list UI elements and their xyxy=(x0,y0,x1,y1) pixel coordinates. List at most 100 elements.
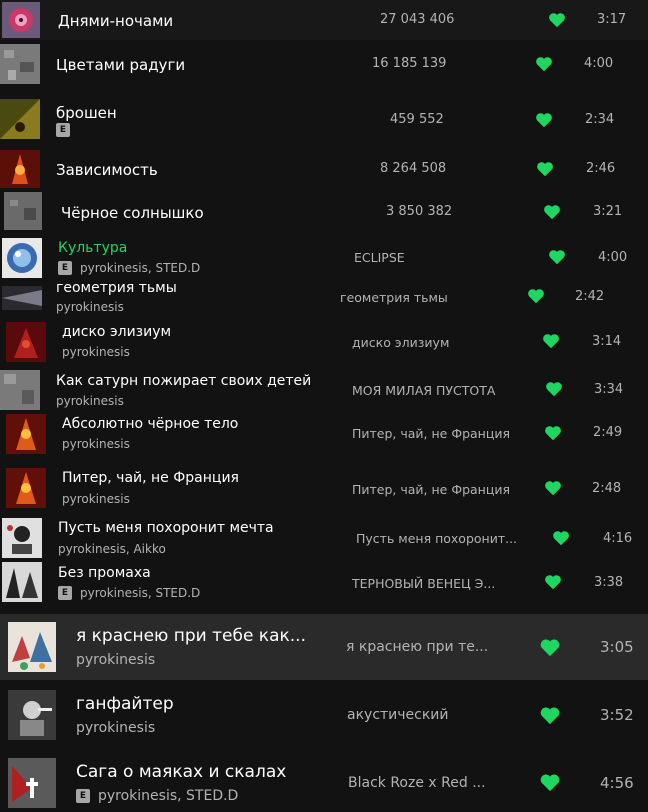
track-row[interactable]: ганфайтер pyrokinesis акустический 3:52 xyxy=(0,682,648,748)
track-title[interactable]: я краснею при тебе как... xyxy=(76,626,306,646)
play-count: 3 850 382 xyxy=(386,204,453,219)
track-title[interactable]: Пусть меня похоронит мечта xyxy=(58,520,274,536)
album-art xyxy=(0,44,40,84)
artist-link[interactable]: pyrokinesis, STED.D xyxy=(80,586,200,600)
track-title[interactable]: Питер, чай, не Франция xyxy=(62,470,239,486)
heart-icon[interactable] xyxy=(552,530,570,546)
album-art xyxy=(6,414,46,454)
track-duration: 3:38 xyxy=(594,575,624,590)
heart-icon[interactable] xyxy=(535,56,553,72)
track-title[interactable]: Культура xyxy=(58,240,127,256)
track-duration: 4:00 xyxy=(584,56,614,71)
album-name[interactable]: Питер, чай, не Франция xyxy=(352,426,510,441)
track-duration: 4:16 xyxy=(603,531,633,546)
track-title[interactable]: Зависимость xyxy=(56,161,158,179)
album-art xyxy=(2,238,42,278)
album-art xyxy=(2,286,42,310)
track-duration: 2:49 xyxy=(593,425,623,440)
track-artists: pyrokinesis xyxy=(56,300,124,314)
track-row[interactable]: Цветами радуги 16 185 139 4:00 xyxy=(0,42,648,86)
album-name[interactable]: Питер, чай, не Франция xyxy=(352,482,510,497)
track-title[interactable]: Без промаха xyxy=(58,565,151,581)
album-name[interactable]: геометрия тьмы xyxy=(340,290,448,305)
artist-link[interactable]: pyrokinesis, STED.D xyxy=(98,788,238,804)
track-title[interactable]: Как сатурн пожирает своих детей xyxy=(56,373,311,389)
album-name[interactable]: Black Roze x Red ... xyxy=(348,775,486,791)
play-count: 16 185 139 xyxy=(372,56,447,71)
track-row[interactable]: Питер, чай, не Франция pyrokinesis Питер… xyxy=(0,466,648,512)
track-title[interactable]: Днями-ночами xyxy=(58,12,173,30)
track-row[interactable]: Абсолютно чёрное тело pyrokinesis Питер,… xyxy=(0,412,648,456)
artist-link[interactable]: pyrokinesis xyxy=(62,345,130,359)
heart-icon[interactable] xyxy=(548,249,566,265)
album-art xyxy=(2,2,40,38)
album-name[interactable]: ТЕРНОВЫЙ ВЕНЕЦ Э... xyxy=(352,576,495,591)
heart-icon[interactable] xyxy=(544,574,562,590)
album-art xyxy=(2,562,42,602)
heart-icon[interactable] xyxy=(543,204,561,220)
track-artists: E pyrokinesis, STED.D xyxy=(58,586,200,600)
track-row[interactable]: Сага о маяках и скалах E pyrokinesis, ST… xyxy=(0,750,648,812)
artist-link[interactable]: pyrokinesis, STED.D xyxy=(80,261,200,275)
heart-icon[interactable] xyxy=(535,112,553,128)
track-row[interactable]: Культура E pyrokinesis, STED.D ECLIPSE 4… xyxy=(0,236,648,280)
play-count: 8 264 508 xyxy=(380,161,447,176)
track-artists: E pyrokinesis, STED.D xyxy=(76,788,238,804)
album-name[interactable]: акустический xyxy=(347,707,449,723)
artist-link[interactable]: pyrokinesis xyxy=(76,720,155,736)
track-row[interactable]: диско элизиум pyrokinesis диско элизиум … xyxy=(0,320,648,364)
album-art xyxy=(8,622,56,672)
artist-link[interactable]: pyrokinesis xyxy=(56,394,124,408)
artist-link[interactable]: pyrokinesis xyxy=(62,492,130,506)
track-artists: pyrokinesis xyxy=(76,720,155,736)
track-row[interactable]: Пусть меня похоронит мечта pyrokinesis, … xyxy=(0,516,648,560)
track-title[interactable]: Сага о маяках и скалах xyxy=(76,762,286,782)
track-title[interactable]: Чёрное солнышко xyxy=(61,204,204,222)
heart-icon[interactable] xyxy=(536,161,554,177)
track-row[interactable]: геометрия тьмы pyrokinesis геометрия тьм… xyxy=(0,280,648,318)
album-name[interactable]: я краснею при те... xyxy=(346,639,488,655)
track-title[interactable]: ганфайтер xyxy=(76,694,174,714)
heart-icon[interactable] xyxy=(545,381,563,397)
track-duration: 2:42 xyxy=(575,289,605,304)
heart-icon[interactable] xyxy=(539,773,561,792)
album-art xyxy=(8,690,56,740)
heart-icon[interactable] xyxy=(542,333,560,349)
track-row[interactable]: Как сатурн пожирает своих детей pyrokine… xyxy=(0,368,648,412)
explicit-badge: E xyxy=(58,586,72,600)
track-title[interactable]: Цветами радуги xyxy=(56,56,185,74)
track-duration: 4:00 xyxy=(598,250,628,265)
artist-link[interactable]: pyrokinesis xyxy=(62,437,130,451)
album-name[interactable]: ECLIPSE xyxy=(354,250,405,265)
heart-icon[interactable] xyxy=(539,638,561,657)
artist-link[interactable]: pyrokinesis, Aikko xyxy=(58,542,166,556)
track-row[interactable]: я краснею при тебе как... pyrokinesis я … xyxy=(0,614,648,680)
track-artists: pyrokinesis xyxy=(62,492,130,506)
album-name[interactable]: Пусть меня похоронит... xyxy=(356,531,517,546)
track-duration: 3:52 xyxy=(600,706,634,724)
track-row[interactable]: Чёрное солнышко 3 850 382 3:21 xyxy=(0,192,648,232)
heart-icon[interactable] xyxy=(544,425,562,441)
heart-icon[interactable] xyxy=(527,288,545,304)
album-art xyxy=(0,370,40,410)
heart-icon[interactable] xyxy=(548,12,566,28)
track-row[interactable]: брошен E 459 552 2:34 xyxy=(0,95,648,143)
track-title[interactable]: брошен xyxy=(56,104,117,122)
track-duration: 3:17 xyxy=(597,12,627,27)
heart-icon[interactable] xyxy=(544,480,562,496)
track-title[interactable]: геометрия тьмы xyxy=(56,280,177,296)
track-row[interactable]: Днями-ночами 27 043 406 3:17 xyxy=(0,0,648,40)
track-title[interactable]: Абсолютно чёрное тело xyxy=(62,416,238,432)
album-name[interactable]: диско элизиум xyxy=(352,335,449,350)
artist-link[interactable]: pyrokinesis xyxy=(56,300,124,314)
heart-icon[interactable] xyxy=(539,706,561,725)
track-title[interactable]: диско элизиум xyxy=(62,324,171,340)
track-row[interactable]: Без промаха E pyrokinesis, STED.D ТЕРНОВ… xyxy=(0,560,648,606)
track-row[interactable]: Зависимость 8 264 508 2:46 xyxy=(0,148,648,190)
album-art xyxy=(0,99,40,139)
track-artists: pyrokinesis xyxy=(56,394,124,408)
artist-link[interactable]: pyrokinesis xyxy=(76,652,155,668)
track-duration: 3:05 xyxy=(600,638,634,656)
album-name[interactable]: МОЯ МИЛАЯ ПУСТОТА xyxy=(352,383,495,398)
track-duration: 4:56 xyxy=(600,774,634,792)
